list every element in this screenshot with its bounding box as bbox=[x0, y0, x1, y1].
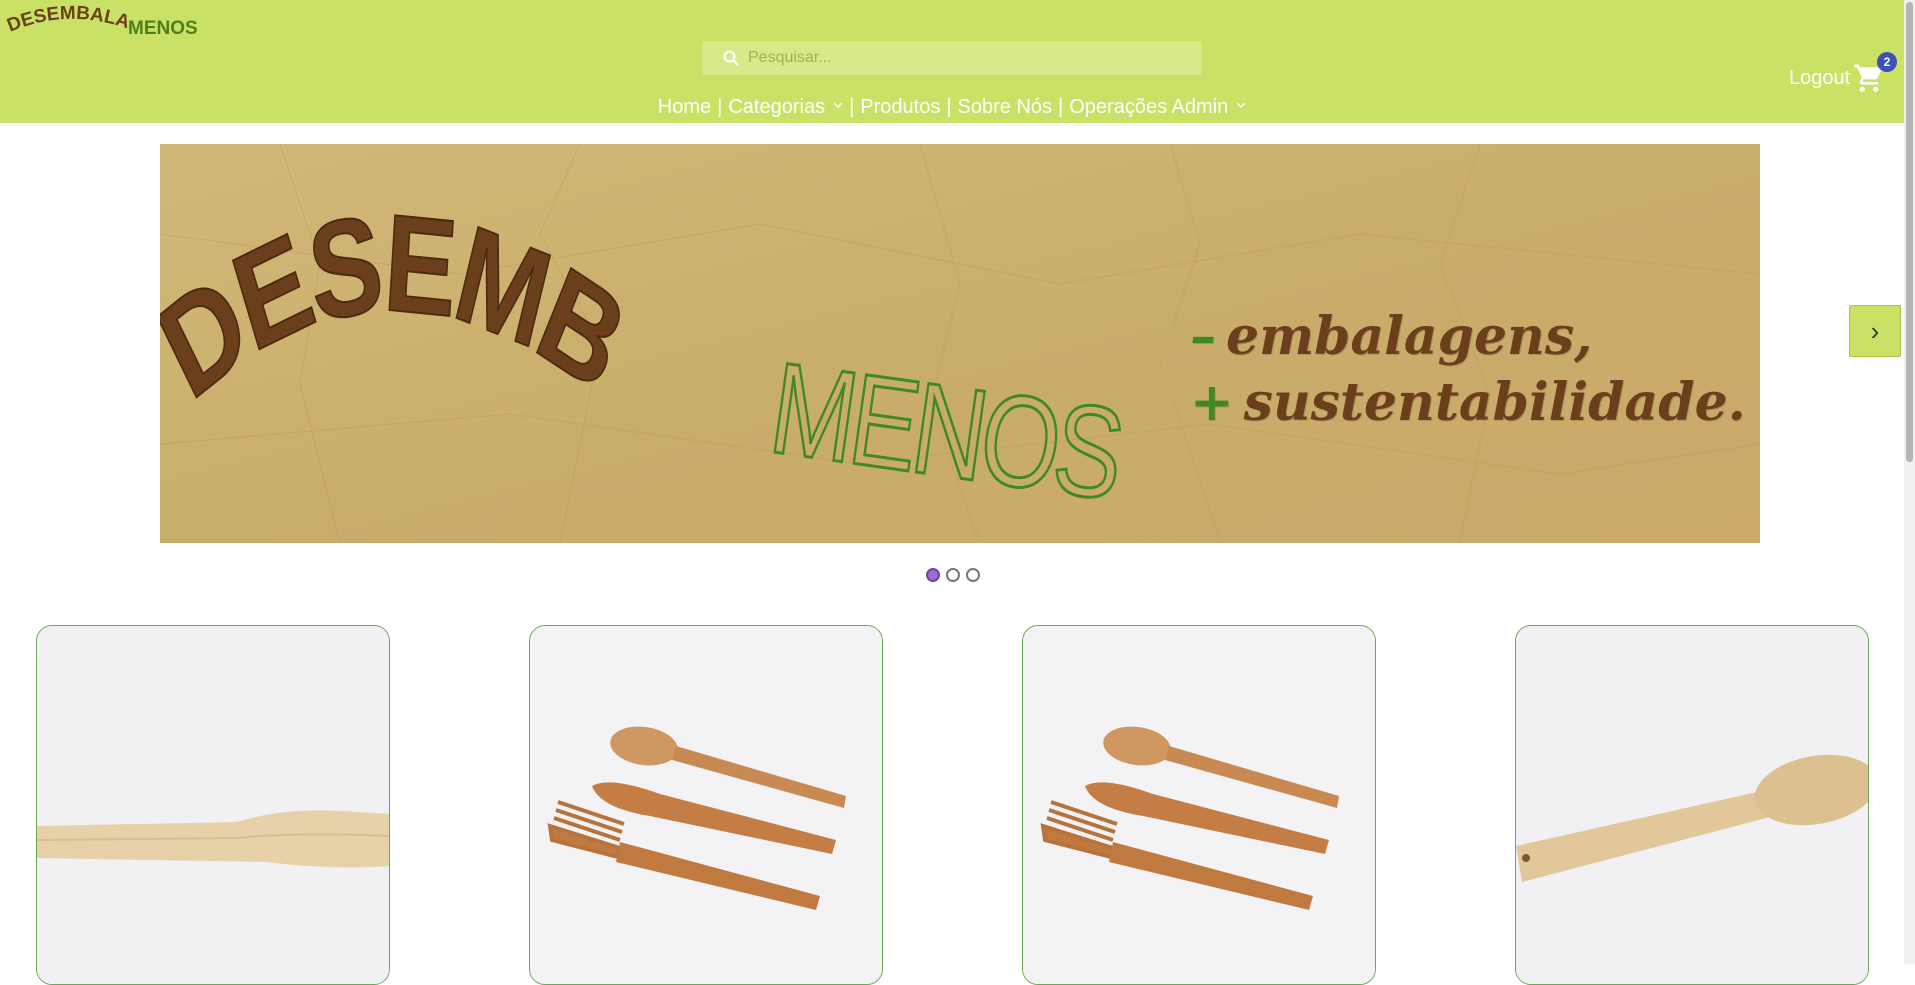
tagline-line-2: sustentabilidade. bbox=[1243, 372, 1746, 433]
nav-sobre-nos[interactable]: Sobre Nós bbox=[958, 96, 1053, 119]
product-image-bamboo-cutlery bbox=[530, 626, 882, 984]
carousel-dot-3[interactable] bbox=[966, 568, 980, 582]
site-logo[interactable]: DESEMBALA MENOS bbox=[6, 4, 206, 44]
nav-categorias[interactable]: Categorias bbox=[728, 96, 843, 119]
product-card[interactable] bbox=[36, 625, 390, 985]
minus-symbol: – bbox=[1190, 306, 1216, 367]
svg-text:MENOS: MENOS bbox=[128, 18, 198, 39]
nav-produtos[interactable]: Produtos bbox=[860, 96, 940, 119]
nav-separator: | bbox=[946, 96, 952, 119]
page-scrollbar[interactable] bbox=[1904, 0, 1915, 964]
product-image-bamboo-cutlery bbox=[1023, 626, 1375, 984]
nav-operacoes-admin-label: Operações Admin bbox=[1069, 96, 1229, 119]
tagline-line-1: embalagens, bbox=[1226, 306, 1593, 367]
cart-count-badge: 2 bbox=[1877, 52, 1897, 72]
chevron-right-icon: › bbox=[1870, 316, 1880, 346]
nav-home[interactable]: Home bbox=[658, 96, 711, 119]
chevron-down-icon bbox=[1236, 102, 1246, 108]
nav-operacoes-admin[interactable]: Operações Admin bbox=[1069, 96, 1246, 119]
nav-separator: | bbox=[717, 96, 723, 119]
hero-banner: DESEMBALA MENOS –embalagens, +sustentabi… bbox=[160, 144, 1760, 543]
chevron-down-icon bbox=[833, 102, 843, 108]
banner-tagline: – embalagens, + sustentabilidade. bbox=[1190, 304, 1746, 436]
product-image-wooden-spatula bbox=[37, 626, 389, 984]
carousel-dot-2[interactable] bbox=[946, 568, 960, 582]
product-card[interactable] bbox=[1022, 625, 1376, 985]
carousel-indicators bbox=[926, 568, 986, 584]
logout-link[interactable]: Logout bbox=[1789, 67, 1850, 90]
nav-separator: | bbox=[849, 96, 855, 119]
search-icon[interactable] bbox=[722, 49, 740, 67]
plus-symbol: + bbox=[1190, 372, 1234, 433]
nav-separator: | bbox=[1058, 96, 1064, 119]
nav-categorias-label: Categorias bbox=[728, 96, 826, 119]
carousel-dot-1[interactable] bbox=[926, 568, 940, 582]
carousel-next-button[interactable]: › bbox=[1849, 305, 1901, 357]
product-image-wooden-spoon bbox=[1516, 626, 1868, 984]
main-nav: Home | Categorias | Produtos | Sobre Nós | Opera… bbox=[0, 96, 1904, 119]
search-input[interactable] bbox=[748, 41, 1188, 75]
search-bar bbox=[702, 41, 1202, 75]
product-card[interactable] bbox=[1515, 625, 1869, 985]
svg-text:DESEMBALA: DESEMBALA bbox=[6, 4, 132, 37]
scrollbar-thumb[interactable] bbox=[1906, 2, 1913, 462]
site-header: DESEMBALA MENOS Home|Categorias|Produtos… bbox=[0, 0, 1904, 123]
product-card[interactable] bbox=[529, 625, 883, 985]
